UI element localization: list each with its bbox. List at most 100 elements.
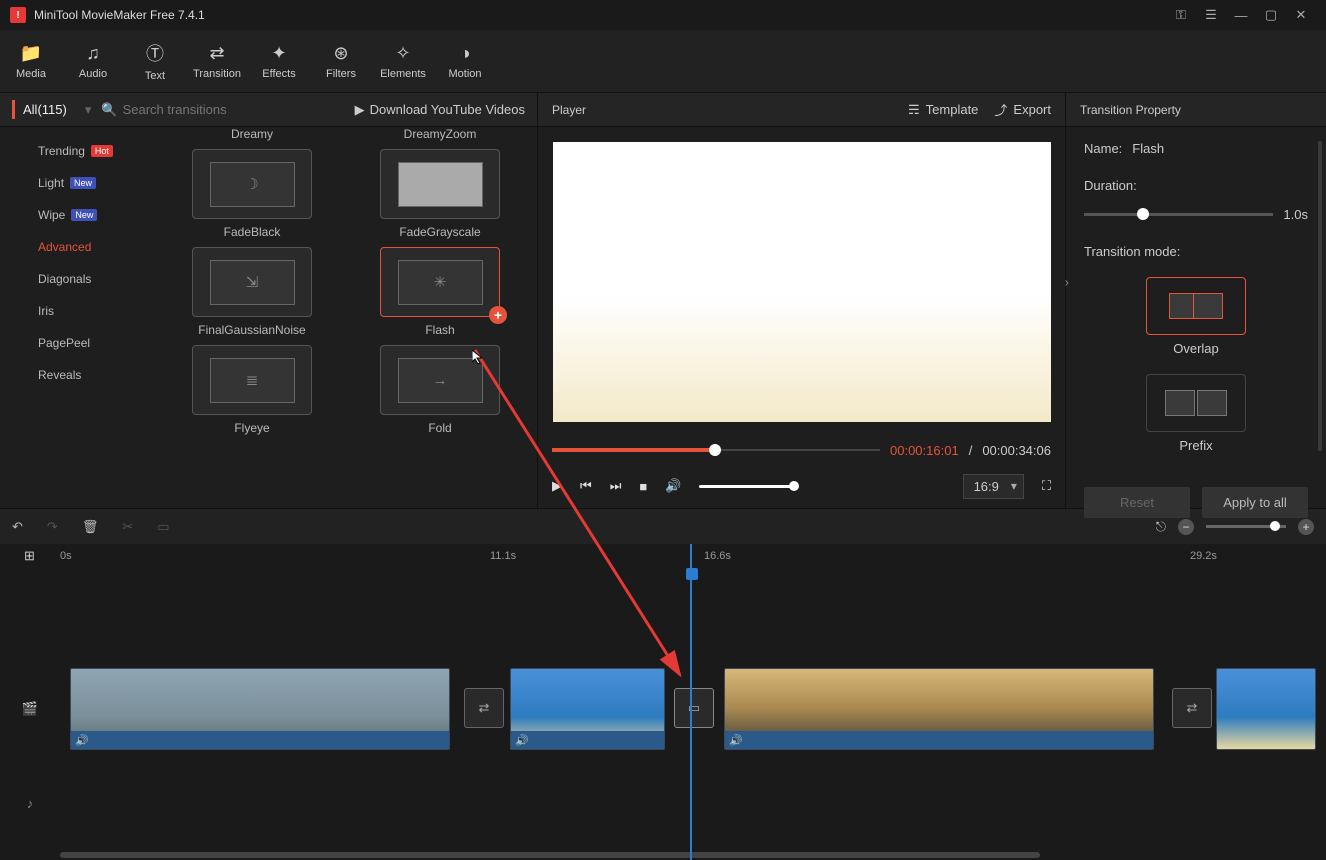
player-preview: › bbox=[538, 127, 1065, 436]
mode-label: Transition mode: bbox=[1084, 244, 1180, 259]
transition-label: Fold bbox=[428, 421, 451, 435]
transition-label: Dreamy bbox=[231, 127, 273, 141]
duration-slider[interactable] bbox=[1084, 213, 1273, 216]
close-icon[interactable]: ✕ bbox=[1286, 7, 1316, 23]
tool-text[interactable]: ⓉText bbox=[124, 30, 186, 92]
timeline: ⊞ 0s 11.1s 16.6s 29.2s 🎬 🔊 ⇄ 🔊 ▭ 🔊 ⇄ ♪ bbox=[0, 544, 1326, 860]
volume-icon[interactable]: 🔊 bbox=[665, 478, 681, 494]
clip-1[interactable]: 🔊 bbox=[70, 668, 450, 750]
tool-media[interactable]: 📁Media bbox=[0, 30, 62, 92]
export-button[interactable]: ⤴Export bbox=[994, 100, 1051, 119]
search-transitions[interactable]: 🔍 bbox=[101, 102, 344, 118]
transition-slot-2[interactable]: ▭ bbox=[674, 688, 714, 728]
prop-duration-label: Duration: bbox=[1084, 178, 1137, 193]
delete-icon[interactable]: 🗑 bbox=[82, 519, 99, 535]
category-pagepeel[interactable]: PagePeel bbox=[0, 327, 155, 359]
clip-2[interactable]: 🔊 bbox=[510, 668, 665, 750]
video-track-icon: 🎬 bbox=[0, 701, 60, 717]
progress-track[interactable] bbox=[552, 449, 880, 451]
menu-icon[interactable]: ☰ bbox=[1196, 7, 1226, 23]
player-header: Player ☴Template ⤴Export bbox=[538, 93, 1065, 127]
speaker-icon: 🔊 bbox=[75, 734, 89, 747]
video-track: 🎬 🔊 ⇄ 🔊 ▭ 🔊 ⇄ bbox=[0, 662, 1326, 756]
transition-dreamyzoom[interactable]: DreamyZoom bbox=[353, 127, 527, 141]
transition-fadeblack[interactable]: ☽FadeBlack bbox=[165, 149, 339, 239]
mode-overlap-label: Overlap bbox=[1173, 341, 1219, 356]
tool-effects[interactable]: ✦Effects bbox=[248, 30, 310, 92]
crop-icon[interactable]: ▭ bbox=[157, 519, 169, 535]
transition-slot-3[interactable]: ⇄ bbox=[1172, 688, 1212, 728]
audio-track-icon: ♪ bbox=[0, 796, 60, 811]
category-trending[interactable]: TrendingHot bbox=[0, 135, 155, 167]
category-light[interactable]: LightNew bbox=[0, 167, 155, 199]
transition-flash[interactable]: ✳+Flash bbox=[353, 247, 527, 337]
transition-fadegrayscale[interactable]: FadeGrayscale bbox=[353, 149, 527, 239]
cut-icon[interactable]: ✂ bbox=[122, 519, 133, 535]
transition-flyeye[interactable]: ≣Flyeye bbox=[165, 345, 339, 435]
maximize-icon[interactable]: ▢ bbox=[1256, 7, 1286, 23]
category-reveals[interactable]: Reveals bbox=[0, 359, 155, 391]
speaker-icon: 🔊 bbox=[515, 734, 529, 747]
prev-icon[interactable]: ⏮ bbox=[580, 478, 592, 494]
mode-prefix-label: Prefix bbox=[1179, 438, 1212, 453]
prop-scrollbar[interactable] bbox=[1318, 141, 1322, 451]
aspect-ratio-select[interactable]: 16:9 bbox=[963, 474, 1024, 499]
add-track-icon[interactable]: ⊞ bbox=[24, 548, 35, 564]
reset-button[interactable]: Reset bbox=[1084, 487, 1190, 518]
transition-label: FadeGrayscale bbox=[399, 225, 480, 239]
effects-icon: ✦ bbox=[271, 43, 286, 64]
clip-3[interactable]: 🔊 bbox=[724, 668, 1154, 750]
ruler-mark: 0s bbox=[60, 550, 72, 562]
transition-slot-1[interactable]: ⇄ bbox=[464, 688, 504, 728]
title-bar: ! MiniTool MovieMaker Free 7.4.1 ⚿ ☰ — ▢… bbox=[0, 0, 1326, 30]
minimize-icon[interactable]: — bbox=[1226, 8, 1256, 23]
top-toolbar: 📁Media ♫Audio ⓉText ⇄Transition ✦Effects… bbox=[0, 30, 1326, 93]
next-icon[interactable]: ⏭ bbox=[610, 478, 622, 494]
progress-row: 00:00:16:01 / 00:00:34:06 bbox=[538, 436, 1065, 464]
category-iris[interactable]: Iris bbox=[0, 295, 155, 327]
category-wipe[interactable]: WipeNew bbox=[0, 199, 155, 231]
fullscreen-icon[interactable]: ⛶ bbox=[1042, 478, 1051, 494]
transition-icon: ⇄ bbox=[209, 43, 224, 64]
category-diagonals[interactable]: Diagonals bbox=[0, 263, 155, 295]
tool-transition[interactable]: ⇄Transition bbox=[186, 30, 248, 92]
tool-elements[interactable]: ✧Elements bbox=[372, 30, 434, 92]
add-icon[interactable]: + bbox=[489, 306, 507, 324]
mode-overlap[interactable] bbox=[1146, 277, 1246, 335]
preview-screen bbox=[553, 142, 1051, 422]
transition-dreamy[interactable]: Dreamy bbox=[165, 127, 339, 141]
key-icon[interactable]: ⚿ bbox=[1166, 7, 1196, 23]
prop-name-value: Flash bbox=[1132, 141, 1164, 156]
speaker-icon: 🔊 bbox=[729, 734, 743, 747]
play-icon[interactable]: ▶ bbox=[552, 478, 562, 494]
folder-icon: 📁 bbox=[20, 43, 42, 64]
time-current: 00:00:16:01 bbox=[890, 443, 959, 458]
download-youtube-link[interactable]: ▶ Download YouTube Videos bbox=[355, 102, 525, 118]
zoom-slider[interactable] bbox=[1206, 525, 1286, 528]
playhead[interactable] bbox=[690, 544, 692, 860]
template-button[interactable]: ☴Template bbox=[908, 102, 978, 118]
all-button[interactable]: All(115) bbox=[12, 100, 75, 119]
audio-track: ♪ bbox=[0, 756, 1326, 850]
tool-filters[interactable]: ⊛Filters bbox=[310, 30, 372, 92]
duration-value: 1.0s bbox=[1283, 207, 1308, 222]
tool-audio[interactable]: ♫Audio bbox=[62, 30, 124, 92]
category-advanced[interactable]: Advanced bbox=[0, 231, 155, 263]
volume-slider[interactable] bbox=[699, 485, 794, 488]
transition-fold[interactable]: →Fold bbox=[353, 345, 527, 435]
redo-icon[interactable]: ↷ bbox=[47, 519, 58, 535]
undo-icon[interactable]: ↶ bbox=[12, 519, 23, 535]
apply-all-button[interactable]: Apply to all bbox=[1202, 487, 1308, 518]
template-icon: ☴ bbox=[908, 102, 920, 118]
search-input[interactable] bbox=[123, 102, 299, 117]
mode-prefix[interactable] bbox=[1146, 374, 1246, 432]
search-icon: 🔍 bbox=[101, 102, 117, 118]
timeline-ruler[interactable]: ⊞ 0s 11.1s 16.6s 29.2s bbox=[0, 544, 1326, 568]
transition-finalgaussiannoise[interactable]: ⇲FinalGaussianNoise bbox=[165, 247, 339, 337]
tool-motion[interactable]: ◑Motion bbox=[434, 30, 496, 92]
clip-4[interactable] bbox=[1216, 668, 1316, 750]
app-logo: ! bbox=[10, 7, 26, 23]
ruler-mark: 16.6s bbox=[704, 550, 731, 562]
timeline-scrollbar[interactable] bbox=[0, 850, 1326, 860]
stop-icon[interactable]: ■ bbox=[639, 479, 647, 494]
